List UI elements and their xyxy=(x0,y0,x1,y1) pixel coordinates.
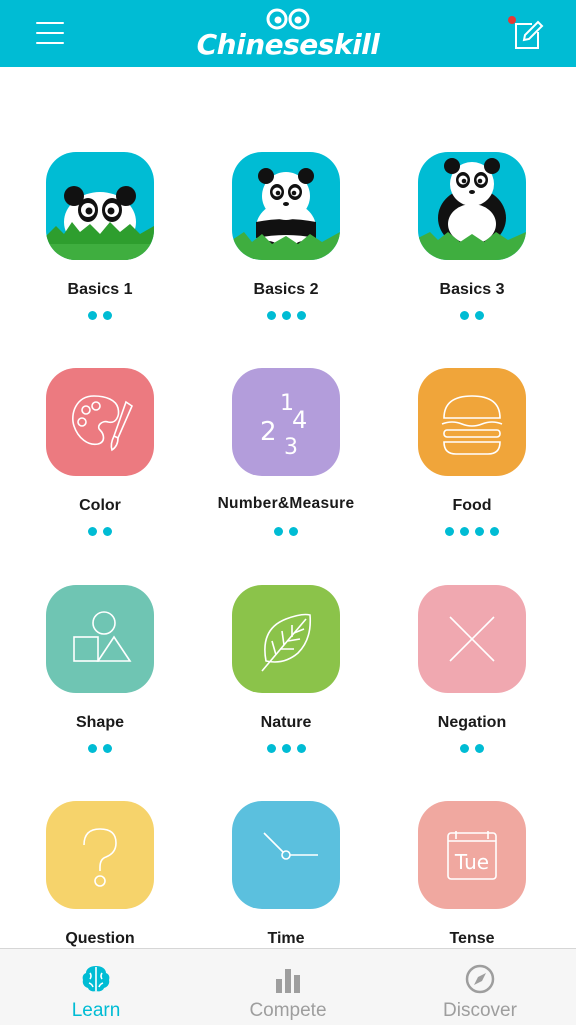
panda-eyes-icon xyxy=(266,8,310,30)
lesson-grid: Basics 1 Basics 2 Basics 3 Color 2 1 4 3… xyxy=(0,0,576,948)
lesson-tile-tense[interactable]: Tue Tense xyxy=(379,801,565,948)
progress-dots xyxy=(379,527,565,536)
lesson-label: Shape xyxy=(75,714,124,731)
lesson-tile-nature[interactable]: Nature xyxy=(193,585,379,785)
lesson-label: Basics 2 xyxy=(253,281,319,298)
lesson-label: Basics 1 xyxy=(67,281,133,298)
bar-chart-icon xyxy=(276,969,300,993)
lesson-tile-time[interactable]: Time xyxy=(193,801,379,948)
lesson-label: Number&Measure xyxy=(217,495,355,512)
lesson-label: Color xyxy=(79,497,121,514)
lesson-label: Time xyxy=(267,930,305,947)
lesson-label: Basics 3 xyxy=(439,281,505,298)
edit-note-icon[interactable] xyxy=(508,16,544,52)
notification-dot xyxy=(508,16,516,24)
app-header: Chineseskill xyxy=(0,0,576,67)
clock-icon xyxy=(232,801,340,909)
leaf-icon xyxy=(232,585,340,693)
tab-learn[interactable]: Learn xyxy=(0,949,192,1025)
panda-standing-icon xyxy=(418,152,526,260)
tab-discover[interactable]: Discover xyxy=(384,949,576,1025)
question-mark-icon xyxy=(46,801,154,909)
compass-icon xyxy=(465,964,495,994)
app-name: Chineseskill xyxy=(196,28,380,61)
burger-icon xyxy=(418,368,526,476)
lesson-tile-shape[interactable]: Shape xyxy=(7,585,193,785)
progress-dots xyxy=(193,527,379,536)
brain-icon xyxy=(82,966,110,992)
progress-dots xyxy=(379,311,565,320)
progress-dots xyxy=(7,311,193,320)
lesson-tile-basics-2[interactable]: Basics 2 xyxy=(193,152,379,352)
tab-label: Learn xyxy=(71,1000,121,1021)
progress-dots xyxy=(7,527,193,536)
tab-compete[interactable]: Compete xyxy=(192,949,384,1025)
calendar-tue-icon: Tue xyxy=(418,801,526,909)
lesson-label: Negation xyxy=(437,714,507,731)
lesson-label: Question xyxy=(65,930,135,947)
number-glyph: 4 xyxy=(292,406,307,434)
lesson-tile-food[interactable]: Food xyxy=(379,368,565,568)
panda-peek-icon xyxy=(46,152,154,260)
lesson-tile-basics-3[interactable]: Basics 3 xyxy=(379,152,565,352)
lesson-label: Nature xyxy=(260,714,312,731)
lesson-tile-question[interactable]: Question xyxy=(7,801,193,948)
app-logo: Chineseskill xyxy=(0,0,576,67)
lesson-tile-color[interactable]: Color xyxy=(7,368,193,568)
lesson-tile-basics-1[interactable]: Basics 1 xyxy=(7,152,193,352)
bottom-tab-bar: Learn Compete Discover xyxy=(0,948,576,1025)
lesson-tile-number-measure[interactable]: 2 1 4 3 Number&Measure xyxy=(193,368,379,568)
lesson-label: Tense xyxy=(449,930,495,947)
progress-dots xyxy=(193,311,379,320)
calendar-day-text: Tue xyxy=(454,850,489,874)
cross-icon xyxy=(418,585,526,693)
progress-dots xyxy=(379,744,565,753)
numbers-icon: 2 1 4 3 xyxy=(232,368,340,476)
progress-dots xyxy=(7,744,193,753)
tab-label: Compete xyxy=(249,1000,327,1021)
number-glyph: 2 xyxy=(260,417,277,447)
panda-sitting-icon xyxy=(232,152,340,260)
lesson-tile-negation[interactable]: Negation xyxy=(379,585,565,785)
shapes-icon xyxy=(46,585,154,693)
number-glyph: 3 xyxy=(284,435,298,460)
tab-label: Discover xyxy=(443,1000,517,1021)
lesson-label: Food xyxy=(452,497,492,514)
palette-brush-icon xyxy=(46,368,154,476)
progress-dots xyxy=(193,744,379,753)
